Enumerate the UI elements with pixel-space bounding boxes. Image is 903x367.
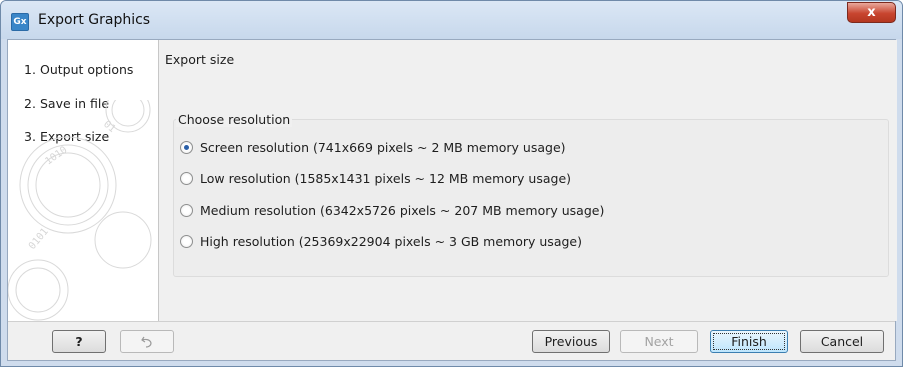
undo-icon [141, 336, 152, 348]
step-number: 1. [24, 62, 36, 77]
radio-button[interactable] [180, 204, 193, 217]
next-button[interactable]: Next [620, 330, 698, 353]
radio-medium-resolution[interactable]: Medium resolution (6342x5726 pixels ~ 20… [180, 203, 604, 218]
radio-button[interactable] [180, 235, 193, 248]
reset-button[interactable] [120, 330, 174, 353]
svg-text:01: 01 [101, 119, 117, 135]
step-output-options: 1. Output options [24, 62, 133, 77]
option-label: Screen resolution (741x669 pixels ~ 2 MB… [200, 140, 566, 155]
step-label: Output options [40, 62, 134, 77]
cancel-button[interactable]: Cancel [800, 330, 884, 353]
option-label: Low resolution (1585x1431 pixels ~ 12 MB… [200, 171, 572, 186]
previous-button[interactable]: Previous [532, 330, 610, 353]
radio-high-resolution[interactable]: High resolution (25369x22904 pixels ~ 3 … [180, 234, 582, 249]
help-button[interactable]: ? [52, 330, 106, 353]
wizard-steps-sidebar: 1. Output options 2. Save in file 3. Export… [8, 40, 159, 321]
content-panel: Export size Choose resolution Screen res… [160, 40, 897, 321]
radio-screen-resolution[interactable]: Screen resolution (741x669 pixels ~ 2 MB… [180, 140, 566, 155]
finish-button[interactable]: Finish [710, 330, 788, 353]
radio-button[interactable] [180, 172, 193, 185]
radio-low-resolution[interactable]: Low resolution (1585x1431 pixels ~ 12 MB… [180, 171, 571, 186]
svg-text:1010: 1010 [43, 145, 69, 168]
svg-text:0101: 0101 [27, 226, 51, 252]
export-graphics-dialog: Gx Export Graphics x 1. Output options 2.… [0, 0, 903, 367]
window-title: Export Graphics [38, 12, 151, 28]
footer-divider [8, 321, 895, 322]
app-logo-icon: Gx [11, 13, 29, 31]
dialog-body: 1. Output options 2. Save in file 3. Export… [7, 39, 897, 361]
close-button[interactable]: x [847, 2, 896, 23]
title-bar[interactable]: Gx Export Graphics x [1, 1, 902, 39]
group-label: Choose resolution [176, 112, 293, 127]
radio-button[interactable] [180, 141, 193, 154]
page-title: Export size [165, 52, 235, 67]
decorative-gear-watermark-icon: 1010 0101 01 [8, 100, 152, 321]
finish-label: Finish [713, 333, 785, 350]
option-label: Medium resolution (6342x5726 pixels ~ 20… [200, 203, 605, 218]
option-label: High resolution (25369x22904 pixels ~ 3 … [200, 234, 582, 249]
